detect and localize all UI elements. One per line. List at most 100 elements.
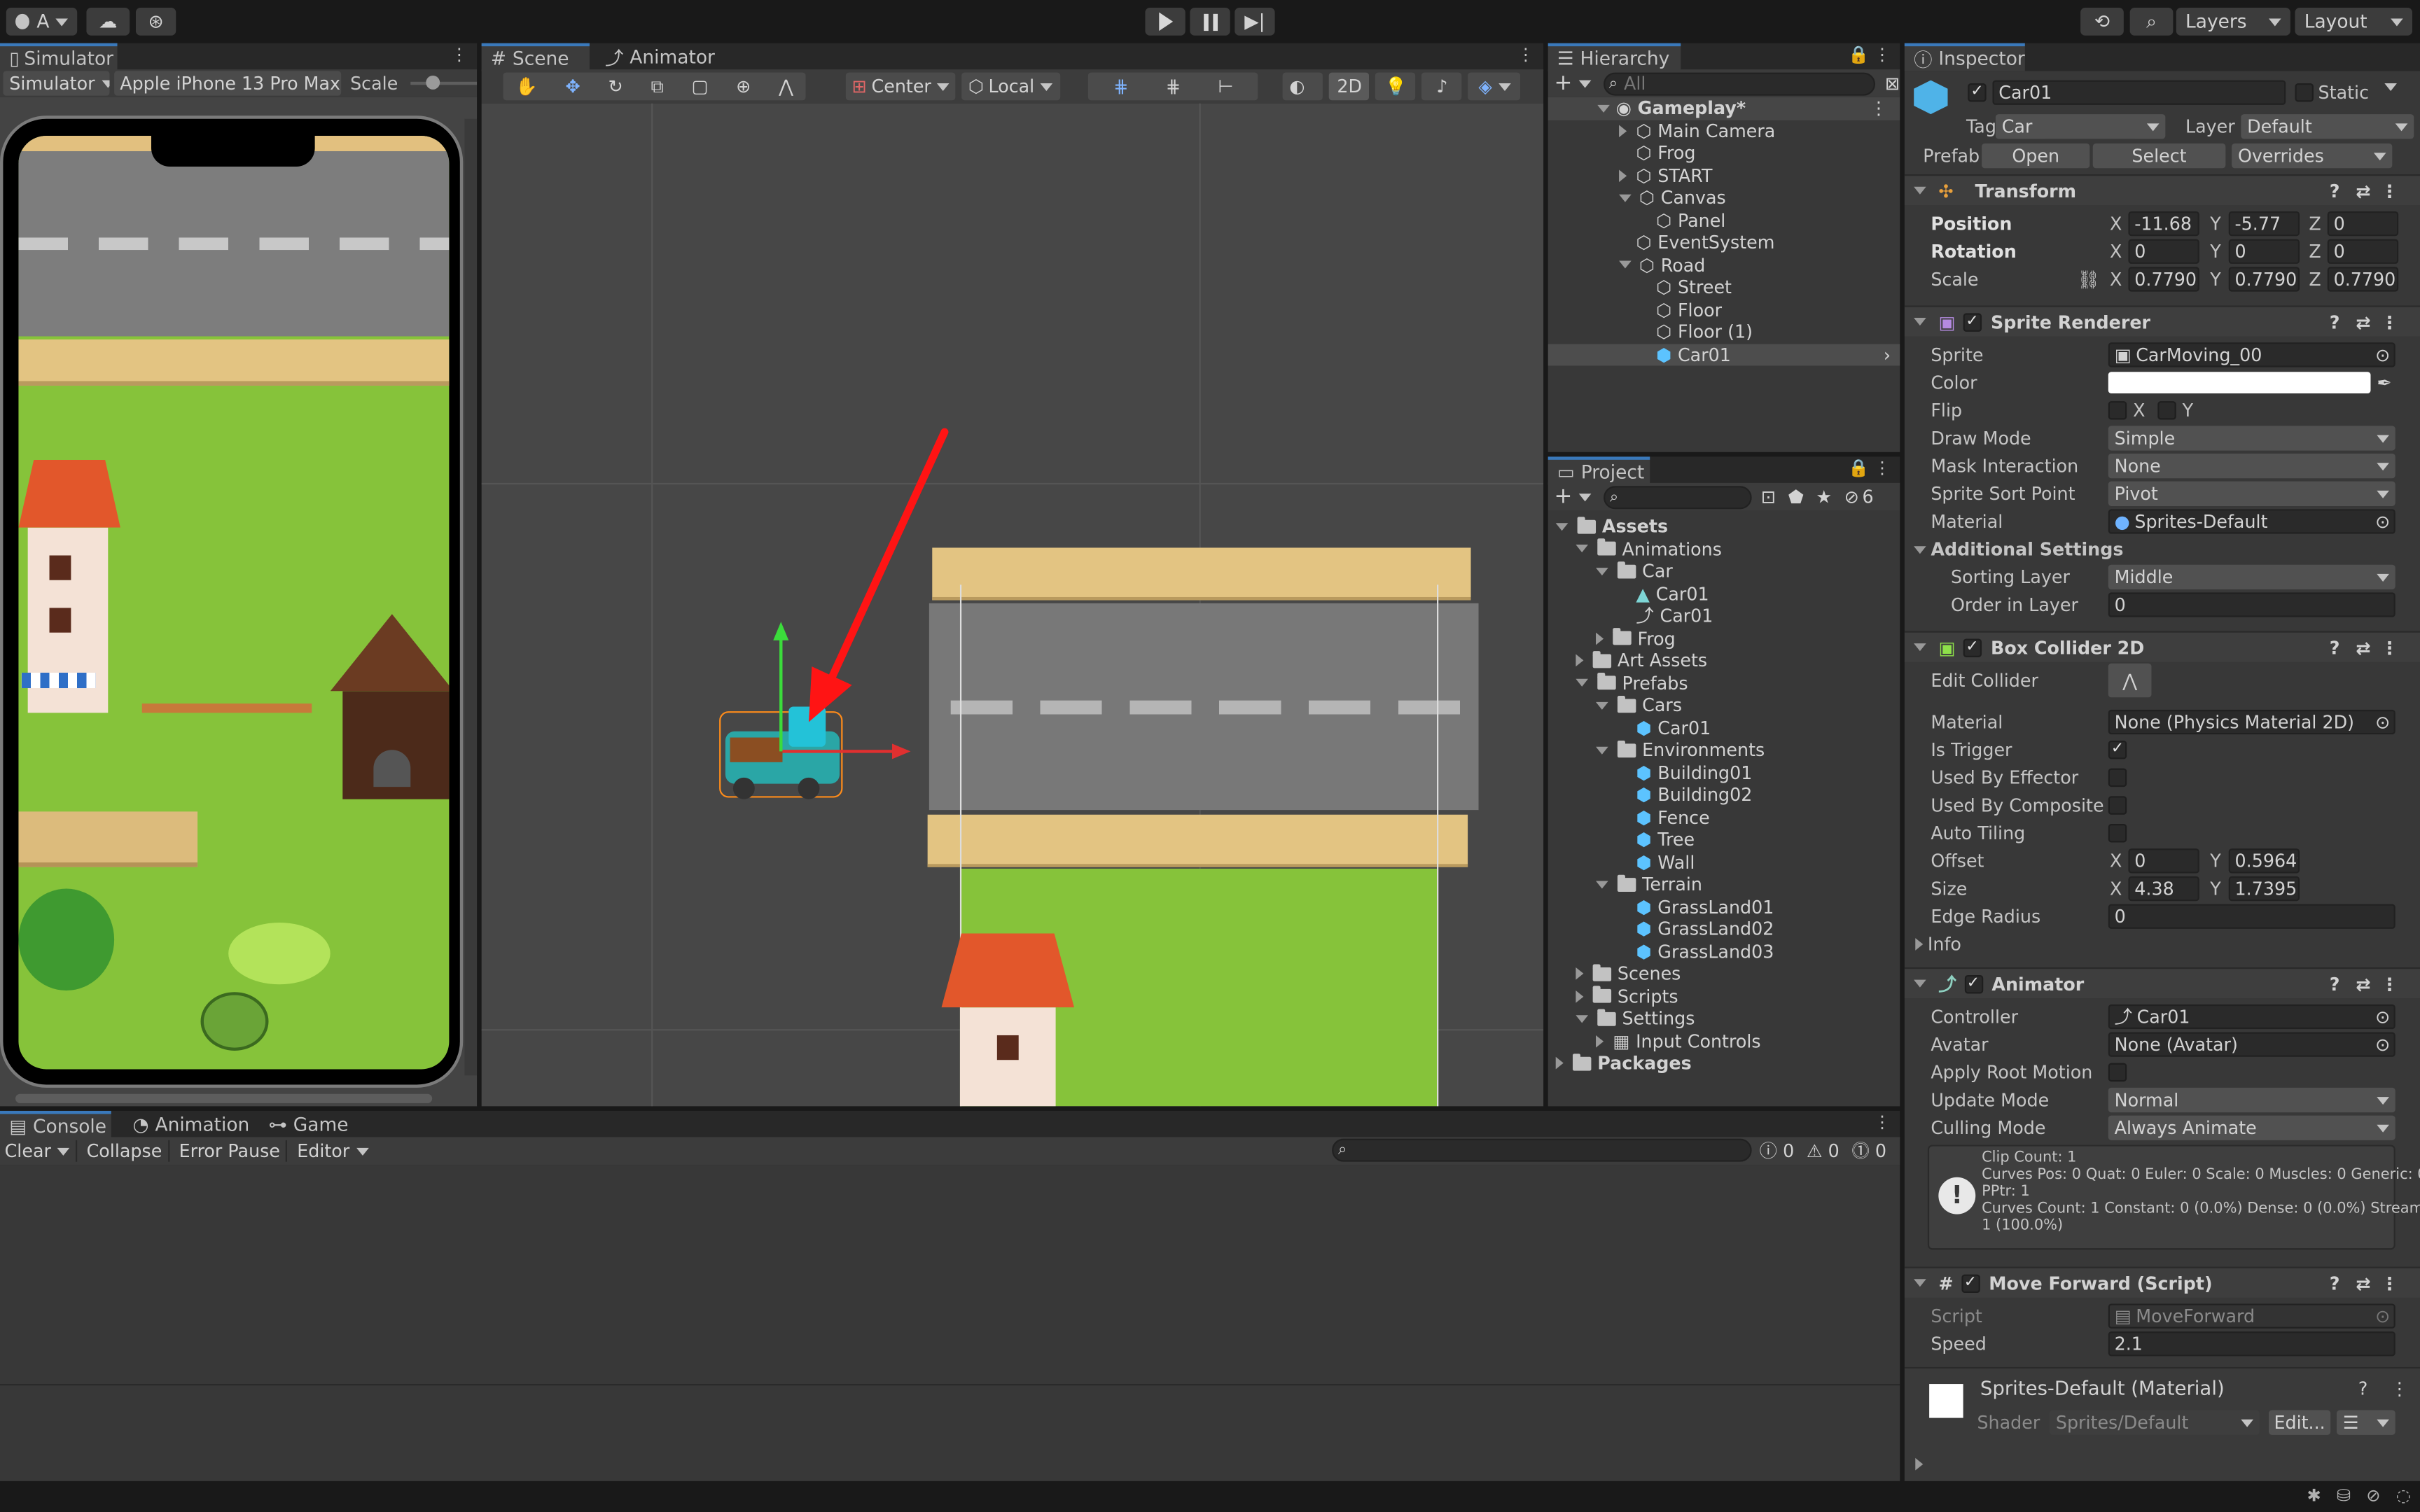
pause-button[interactable] [1190,8,1230,36]
tab-project[interactable]: ▭ Project [1548,456,1650,485]
project-item[interactable]: ⬢ GrassLand03 [1548,940,1900,962]
mask-interaction-dropdown[interactable]: None [2108,454,2395,479]
box-collider-header[interactable]: ▣ ✓ Box Collider 2D ? ⇄ ⋮ [1904,631,2420,662]
vertical-scrollbar[interactable] [464,118,478,1076]
object-picker-icon[interactable]: ⊙ [2375,511,2390,533]
help-icon[interactable]: ? [2330,180,2340,202]
expand-arrow-icon[interactable] [1576,967,1584,981]
project-item[interactable]: Prefabs [1548,672,1900,694]
expand-arrow-icon[interactable] [1596,746,1608,755]
move-forward-header[interactable]: # ✓ Move Forward (Script) ? ⇄ ⋮ [1904,1266,2420,1298]
sr-material-field[interactable]: ● Sprites-Default [2108,509,2395,534]
custom-tool-icon[interactable]: ⋀ [779,76,793,97]
ruler-icon[interactable]: ⊢ [1218,76,1233,97]
project-item[interactable]: Settings [1548,1007,1900,1030]
rotate-tool-icon[interactable]: ↻ [609,76,623,97]
position-x-input[interactable]: -11.68 [2128,211,2199,237]
clear-button[interactable]: Clear [5,1140,78,1162]
sort-point-dropdown[interactable]: Pivot [2108,481,2395,506]
project-search-input[interactable]: ⌕ [1604,485,1752,509]
foldout-arrow-icon[interactable] [1914,979,1926,988]
space-dropdown[interactable]: ⬡ Local [961,72,1062,101]
search-by-label-icon[interactable]: ⬟ [1788,486,1804,507]
tab-inspector[interactable]: ⓘ Inspector [1904,43,2025,71]
tab-game[interactable]: ⊶ Game [259,1111,355,1139]
component-menu-icon[interactable]: ⋮ [2381,1272,2398,1294]
hierarchy-item[interactable]: ⬡ Floor [1548,298,1900,321]
scale-slider-thumb[interactable] [425,76,440,90]
hierarchy-item[interactable]: ⬡ Floor (1) [1548,321,1900,343]
hierarchy-scene-row[interactable]: ◉ Gameplay* ⋮ [1548,97,1900,120]
tab-hierarchy[interactable]: ☰ Hierarchy [1548,43,1681,71]
collab-button[interactable]: ⊛ [135,8,176,36]
preset-icon[interactable]: ⇄ [2356,311,2370,332]
panel-menu-icon[interactable]: ⋮ [1874,458,1891,479]
layers-dropdown[interactable]: Layers [2176,8,2290,36]
project-item[interactable]: ⬢ Wall [1548,851,1900,874]
help-icon[interactable]: ? [2330,1272,2340,1294]
project-item[interactable]: Scripts [1548,985,1900,1007]
increment-snap-icon[interactable]: ⋕ [1166,76,1181,97]
expand-arrow-icon[interactable] [1596,632,1604,645]
project-item[interactable]: Frog [1548,627,1900,650]
project-item[interactable]: Scenes [1548,962,1900,985]
used-by-composite-checkbox[interactable] [2108,796,2127,815]
project-item[interactable]: ⬢ Building02 [1548,784,1900,806]
foldout-arrow-icon[interactable] [1914,1279,1926,1287]
avatar-field[interactable]: None (Avatar) [2108,1032,2395,1057]
foldout-arrow-icon[interactable] [1914,186,1926,195]
object-picker-icon[interactable]: ⊙ [2375,1006,2390,1028]
expand-arrow-icon[interactable] [1597,104,1610,113]
search-button[interactable]: ⌕ [2129,8,2174,36]
hierarchy-item[interactable]: ⬡ Frog [1548,142,1900,164]
horizontal-scrollbar[interactable] [15,1093,433,1103]
console-log-area[interactable] [0,1165,1900,1481]
eyedropper-icon[interactable]: ✒ [2377,372,2391,393]
row-menu-icon[interactable]: ⋮ [1870,97,1887,119]
collider-info-row[interactable]: Info [1905,930,2420,958]
draw-mode-dropdown[interactable]: Simple [2108,426,2395,451]
cache-icon[interactable]: ⛁ [2337,1486,2351,1506]
project-item[interactable]: ⬢ GrassLand01 [1548,895,1900,918]
project-item[interactable]: ⬢ Tree [1548,829,1900,851]
network-icon[interactable]: ⊘ [2366,1486,2380,1506]
scale-y-input[interactable]: 0.77903 [2228,267,2300,292]
effects-dropdown[interactable]: ◈ [1468,72,1521,101]
history-button[interactable]: ⟲ [2080,8,2124,36]
object-picker-icon[interactable]: ⊙ [2375,344,2390,366]
project-item[interactable]: Art Assets [1548,650,1900,672]
project-item[interactable]: ▲ Car01 [1548,582,1900,605]
gizmo-y-arrow-icon[interactable] [773,622,789,640]
used-by-effector-checkbox[interactable] [2108,768,2127,788]
expand-arrow-icon[interactable] [1619,124,1627,137]
object-name-input[interactable]: Car01 [1992,80,2286,105]
component-menu-icon[interactable]: ⋮ [2391,1378,2408,1399]
tab-simulator[interactable]: ▯ Simulator [0,43,118,71]
transform-header[interactable]: ✣ Transform ? ⇄ ⋮ [1904,174,2420,206]
expand-arrow-icon[interactable] [1555,522,1569,531]
panel-menu-icon[interactable]: ⋮ [451,45,468,65]
foldout-arrow-icon[interactable] [1915,938,1924,951]
speed-input[interactable]: 2.1 [2108,1331,2395,1357]
scale-tool-icon[interactable]: ⧉ [651,75,664,98]
offset-y-input[interactable]: 0.59649 [2228,848,2300,874]
expand-arrow-icon[interactable] [1576,545,1589,553]
hierarchy-search-input[interactable]: ⌕ All [1602,71,1876,95]
static-checkbox[interactable] [2295,83,2314,102]
expand-arrow-icon[interactable] [1576,654,1584,667]
move-gizmo-y[interactable] [779,634,783,752]
sprite-renderer-header[interactable]: ▣ ✓ Sprite Renderer ? ⇄ ⋮ [1904,305,2420,337]
apply-root-motion-checkbox[interactable] [2108,1063,2127,1082]
chevron-down-icon[interactable] [2384,83,2397,92]
shader-edit-button[interactable]: Edit... [2269,1410,2331,1435]
layer-dropdown[interactable]: Default [2241,114,2414,139]
help-icon[interactable]: ? [2330,311,2340,332]
lock-icon[interactable]: 🔒 [1848,45,1869,65]
rotation-x-input[interactable]: 0 [2128,239,2199,264]
foldout-arrow-icon[interactable] [1914,643,1926,652]
order-in-layer-input[interactable]: 0 [2108,592,2395,617]
project-item[interactable]: ⬢ GrassLand02 [1548,918,1900,940]
hierarchy-item[interactable]: ⬡ Panel [1548,209,1900,232]
box-collider-enabled-checkbox[interactable]: ✓ [1963,638,1982,657]
phone-screen[interactable] [18,135,450,1070]
